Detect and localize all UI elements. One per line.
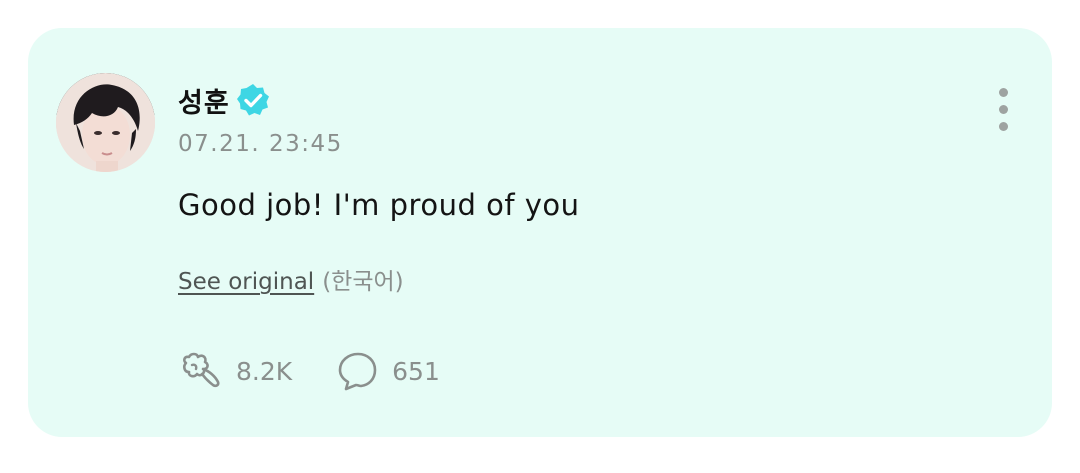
like-puff-icon (183, 352, 220, 388)
see-original-link[interactable]: See original (178, 269, 314, 295)
post-timestamp: 07.21. 23:45 (178, 131, 343, 157)
avatar-image (56, 73, 155, 172)
post-stats: 8.2K 651 (178, 348, 484, 394)
comment-count: 651 (392, 356, 440, 386)
post-card: 성훈 07.21. 23:45 Good job! I'm proud of y… (28, 28, 1052, 437)
author-name[interactable]: 성훈 (178, 81, 230, 120)
comment-bubble-icon (338, 352, 377, 391)
translation-row: See original (한국어) (178, 262, 404, 296)
like-count: 8.2K (236, 356, 293, 386)
author-row: 성훈 (178, 80, 270, 120)
avatar[interactable] (56, 73, 155, 172)
verified-badge-icon (236, 83, 270, 117)
comment-button[interactable]: 651 (336, 349, 440, 393)
more-vertical-icon[interactable] (988, 86, 1018, 134)
original-language-label: (한국어) (322, 269, 404, 295)
like-button[interactable]: 8.2K (178, 349, 292, 393)
post-message: Good job! I'm proud of you (178, 188, 580, 222)
